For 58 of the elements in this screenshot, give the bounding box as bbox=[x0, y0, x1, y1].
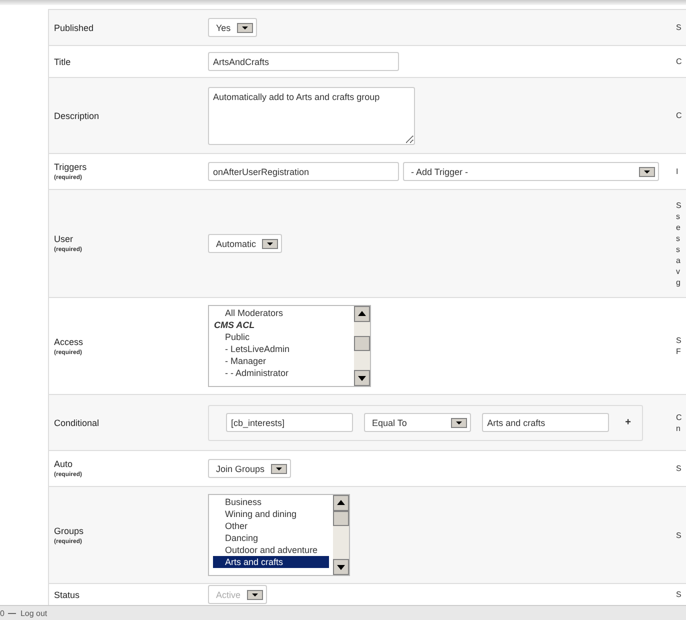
field-label: Groups bbox=[54, 526, 85, 536]
help-text: C bbox=[676, 412, 683, 422]
text-field[interactable]: Arts and crafts bbox=[482, 413, 610, 432]
help-text: S bbox=[676, 530, 682, 540]
field-label: Description bbox=[54, 110, 100, 120]
list-option[interactable]: Arts and crafts bbox=[213, 556, 329, 568]
field-label: Conditional bbox=[54, 418, 100, 428]
user-count: 0 bbox=[0, 608, 4, 618]
help-text: s bbox=[676, 232, 681, 244]
list-option[interactable]: Business bbox=[213, 496, 329, 508]
description-field[interactable]: Automatically add to Arts and crafts group bbox=[208, 86, 415, 144]
field-label: Status bbox=[54, 590, 81, 600]
field-label: Triggers bbox=[54, 162, 88, 172]
help-text: S bbox=[676, 589, 682, 600]
logout-link[interactable]: Log out bbox=[20, 608, 48, 618]
help-text: C bbox=[676, 110, 683, 121]
help-text: S bbox=[676, 200, 682, 210]
dropdown-select[interactable]: Equal To bbox=[364, 413, 472, 432]
dropdown-select[interactable]: Join Groups bbox=[208, 459, 291, 478]
dropdown-select[interactable]: - Add Trigger - bbox=[403, 162, 659, 181]
field-label: Title bbox=[54, 56, 72, 66]
group-heading: CMS ACL bbox=[213, 319, 256, 331]
text-field[interactable]: onAfterUserRegistration bbox=[208, 162, 399, 181]
list-option[interactable]: Wining and dining bbox=[213, 508, 329, 520]
list-option[interactable]: Other bbox=[213, 520, 329, 532]
list-option[interactable]: - - Administrator bbox=[213, 367, 350, 379]
help-text: C bbox=[676, 56, 683, 67]
list-option[interactable]: Outdoor and adventure bbox=[213, 544, 329, 556]
field-label: Published bbox=[54, 22, 95, 32]
help-text: S bbox=[676, 335, 682, 346]
list-option[interactable]: Public bbox=[213, 331, 350, 343]
help-text: e bbox=[676, 222, 682, 232]
help-text: g bbox=[676, 276, 682, 288]
help-text: F bbox=[676, 346, 682, 357]
help-text: S bbox=[676, 463, 682, 474]
list-option[interactable]: - LetsLiveAdmin bbox=[213, 343, 350, 355]
list-option[interactable]: All Moderators bbox=[213, 307, 350, 319]
help-text: s bbox=[676, 244, 681, 254]
help-text: I bbox=[676, 166, 680, 177]
help-text: s bbox=[676, 210, 681, 222]
dropdown-select[interactable]: Automatic bbox=[208, 234, 282, 253]
field-label: Access bbox=[54, 336, 84, 346]
text-field[interactable]: [cb_interests] bbox=[226, 413, 353, 432]
list-option[interactable]: - Manager bbox=[213, 355, 350, 367]
scrollbar-drawing[interactable] bbox=[354, 306, 370, 386]
list-option[interactable]: Dancing bbox=[213, 532, 329, 544]
help-text: n bbox=[676, 422, 682, 434]
text-field[interactable]: ArtsAndCrafts bbox=[208, 52, 399, 71]
scrollbar-drawing[interactable] bbox=[333, 495, 349, 575]
dropdown-select[interactable]: Yes bbox=[208, 18, 257, 37]
field-label: Auto bbox=[54, 459, 74, 469]
help-text: S bbox=[676, 22, 682, 33]
list-box[interactable]: Business Wining and dining Other Dancing Outdoor and adventure Arts and crafts bbox=[208, 494, 350, 576]
list-box[interactable]: All Moderators CMS ACL Public - LetsLiveAdmin - Manager - - Administrator bbox=[208, 305, 371, 387]
help-text: v bbox=[676, 266, 681, 276]
add-condition-button[interactable]: + bbox=[625, 417, 631, 428]
help-text: a bbox=[676, 254, 682, 266]
field-label: User bbox=[54, 234, 74, 244]
